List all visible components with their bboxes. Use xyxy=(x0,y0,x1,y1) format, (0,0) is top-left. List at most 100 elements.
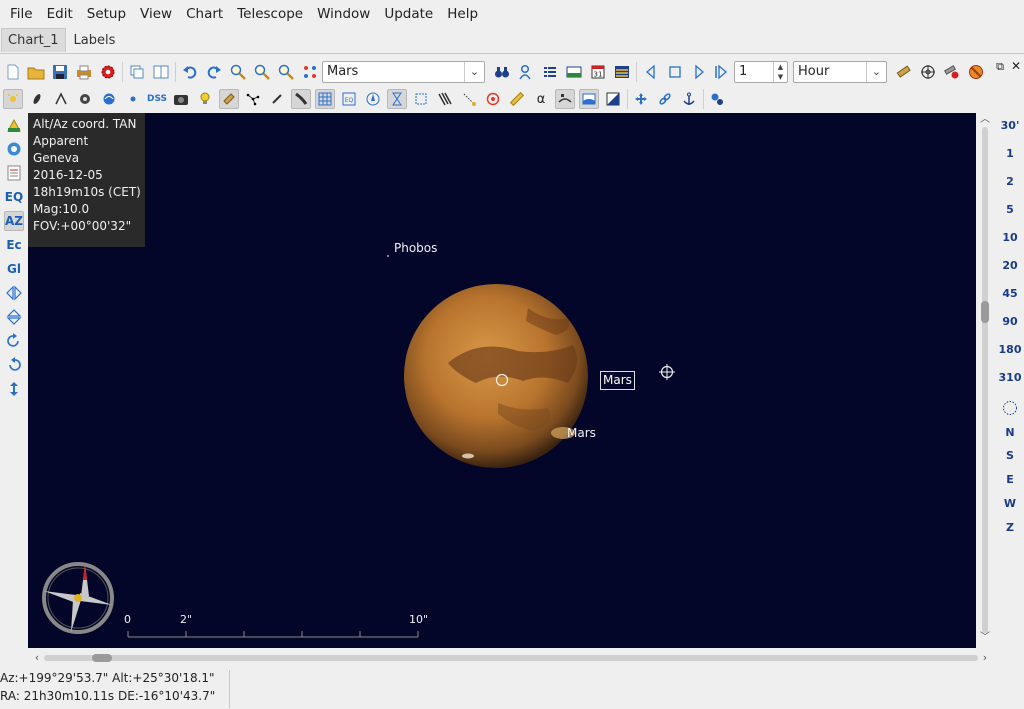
horizontal-scroll-track[interactable] xyxy=(44,655,978,661)
fov-90deg[interactable]: 90 xyxy=(996,312,1024,332)
zoom-in-icon[interactable] xyxy=(228,62,248,82)
print-icon[interactable] xyxy=(74,62,94,82)
fov-180deg[interactable]: 180 xyxy=(996,340,1024,360)
save-icon[interactable] xyxy=(50,62,70,82)
fov-310deg[interactable]: 310 xyxy=(996,368,1024,388)
open-folder-icon[interactable] xyxy=(26,62,46,82)
night-mode-icon[interactable] xyxy=(603,89,623,109)
pen-tool-icon[interactable] xyxy=(267,89,287,109)
object-type-icon[interactable] xyxy=(300,62,320,82)
menu-window[interactable]: Window xyxy=(310,0,377,28)
sky-chart-canvas[interactable] xyxy=(28,113,976,648)
dss-image-icon[interactable]: DSS xyxy=(145,89,169,109)
target-circle-icon[interactable] xyxy=(483,89,503,109)
horizontal-scrollbar[interactable]: ‹ › xyxy=(28,650,996,666)
phobos-moon[interactable] xyxy=(387,255,389,257)
lightbulb-icon[interactable] xyxy=(195,89,215,109)
chevron-down-icon[interactable]: ⌄ xyxy=(866,62,886,82)
projection-az[interactable]: AZ xyxy=(4,211,24,231)
link-chain-icon[interactable] xyxy=(655,89,675,109)
flip-vertical-icon[interactable] xyxy=(4,307,24,327)
horizontal-scroll-thumb[interactable] xyxy=(92,654,112,662)
abort-slew-icon[interactable] xyxy=(966,62,986,82)
chevron-down-icon[interactable]: ⌄ xyxy=(464,62,484,82)
step-forward-icon[interactable] xyxy=(689,62,709,82)
fov-10deg[interactable]: 10 xyxy=(996,228,1024,248)
refresh-sky-icon[interactable] xyxy=(4,139,24,159)
fov-2deg[interactable]: 2 xyxy=(996,172,1024,192)
new-chart-icon[interactable] xyxy=(3,62,23,82)
line-tool-icon[interactable] xyxy=(51,89,71,109)
menu-edit[interactable]: Edit xyxy=(40,0,80,28)
sky-chart[interactable]: Alt/Az coord. TAN Apparent Geneva 2016-1… xyxy=(28,113,976,648)
horizon-line-icon[interactable] xyxy=(555,89,575,109)
stripes-icon[interactable] xyxy=(435,89,455,109)
restore-window-icon[interactable]: ⧉ xyxy=(993,59,1007,73)
alt-az-observer-icon[interactable] xyxy=(4,115,24,135)
dot-icon[interactable] xyxy=(123,89,143,109)
asteroid-path-icon[interactable] xyxy=(459,89,479,109)
direction-west[interactable]: W xyxy=(996,494,1024,514)
nebula-icon[interactable] xyxy=(27,89,47,109)
scroll-left-icon[interactable]: ‹ xyxy=(31,652,43,664)
anchor-icon[interactable] xyxy=(679,89,699,109)
undo-icon[interactable] xyxy=(180,62,200,82)
planet-globe-icon[interactable] xyxy=(99,89,119,109)
spinner-arrows-icon[interactable]: ▲ ▼ xyxy=(773,62,787,82)
close-icon[interactable]: ✕ xyxy=(1009,59,1023,73)
direction-zenith[interactable]: Z xyxy=(996,518,1024,538)
zoom-out-icon[interactable] xyxy=(252,62,272,82)
projection-galactic[interactable]: Gl xyxy=(4,259,24,279)
step-back-icon[interactable] xyxy=(641,62,661,82)
frame-icon[interactable] xyxy=(411,89,431,109)
mars-label[interactable]: Mars xyxy=(567,426,596,440)
grid-icon[interactable] xyxy=(315,89,335,109)
stars-toggle-icon[interactable] xyxy=(3,89,23,109)
scroll-right-icon[interactable]: › xyxy=(979,652,991,664)
ground-toggle-icon[interactable] xyxy=(579,89,599,109)
telescope-icon[interactable] xyxy=(894,62,914,82)
fov-20deg[interactable]: 20 xyxy=(996,256,1024,276)
tab-chart-1[interactable]: Chart_1 xyxy=(1,28,66,52)
fov-5deg[interactable]: 5 xyxy=(996,200,1024,220)
tab-labels[interactable]: Labels xyxy=(66,28,123,52)
camera-icon[interactable] xyxy=(171,89,191,109)
observer-icon[interactable] xyxy=(516,62,536,82)
alpha-symbol-icon[interactable]: α xyxy=(531,89,551,109)
time-table-icon[interactable] xyxy=(612,62,632,82)
sky-sphere-icon[interactable] xyxy=(996,398,1024,418)
time-unit-combo[interactable]: Hour ⌄ xyxy=(793,61,887,83)
projection-ecliptic[interactable]: Ec xyxy=(4,235,24,255)
calendar-icon[interactable]: 31 xyxy=(588,62,608,82)
time-step-spinner[interactable]: 1 ▲ ▼ xyxy=(734,61,788,83)
vertical-scroll-track[interactable] xyxy=(982,127,988,633)
hourglass-icon[interactable] xyxy=(387,89,407,109)
galaxy-icon[interactable] xyxy=(75,89,95,109)
flip-horizontal-icon[interactable] xyxy=(4,283,24,303)
vertical-scrollbar[interactable]: ︿ ﹀ xyxy=(976,113,994,648)
fov-30min[interactable]: 30' xyxy=(996,116,1024,136)
direction-east[interactable]: E xyxy=(996,470,1024,490)
eq-grid-icon[interactable]: EQ xyxy=(339,89,359,109)
fov-1deg[interactable]: 1 xyxy=(996,144,1024,164)
search-object-combo[interactable]: Mars ⌄ xyxy=(322,61,485,83)
menu-file[interactable]: File xyxy=(3,0,40,28)
fast-forward-icon[interactable] xyxy=(711,62,731,82)
notes-icon[interactable] xyxy=(4,163,24,183)
binoculars-icon[interactable] xyxy=(492,62,512,82)
menu-view[interactable]: View xyxy=(133,0,179,28)
copy-window-icon[interactable] xyxy=(127,62,147,82)
list-icon[interactable] xyxy=(540,62,560,82)
menu-chart[interactable]: Chart xyxy=(179,0,230,28)
direction-south[interactable]: S xyxy=(996,446,1024,466)
move-arrows-icon[interactable] xyxy=(631,89,651,109)
horizon-view-icon[interactable] xyxy=(564,62,584,82)
menu-help[interactable]: Help xyxy=(440,0,485,28)
scroll-up-icon[interactable]: ︿ xyxy=(979,114,991,126)
milky-way-icon[interactable] xyxy=(291,89,311,109)
constellation-lines-icon[interactable] xyxy=(243,89,263,109)
vertical-scroll-thumb[interactable] xyxy=(981,301,989,323)
rotate-clockwise-icon[interactable] xyxy=(4,331,24,351)
compass-rose-icon[interactable] xyxy=(363,89,383,109)
label-tool-icon[interactable] xyxy=(219,89,239,109)
